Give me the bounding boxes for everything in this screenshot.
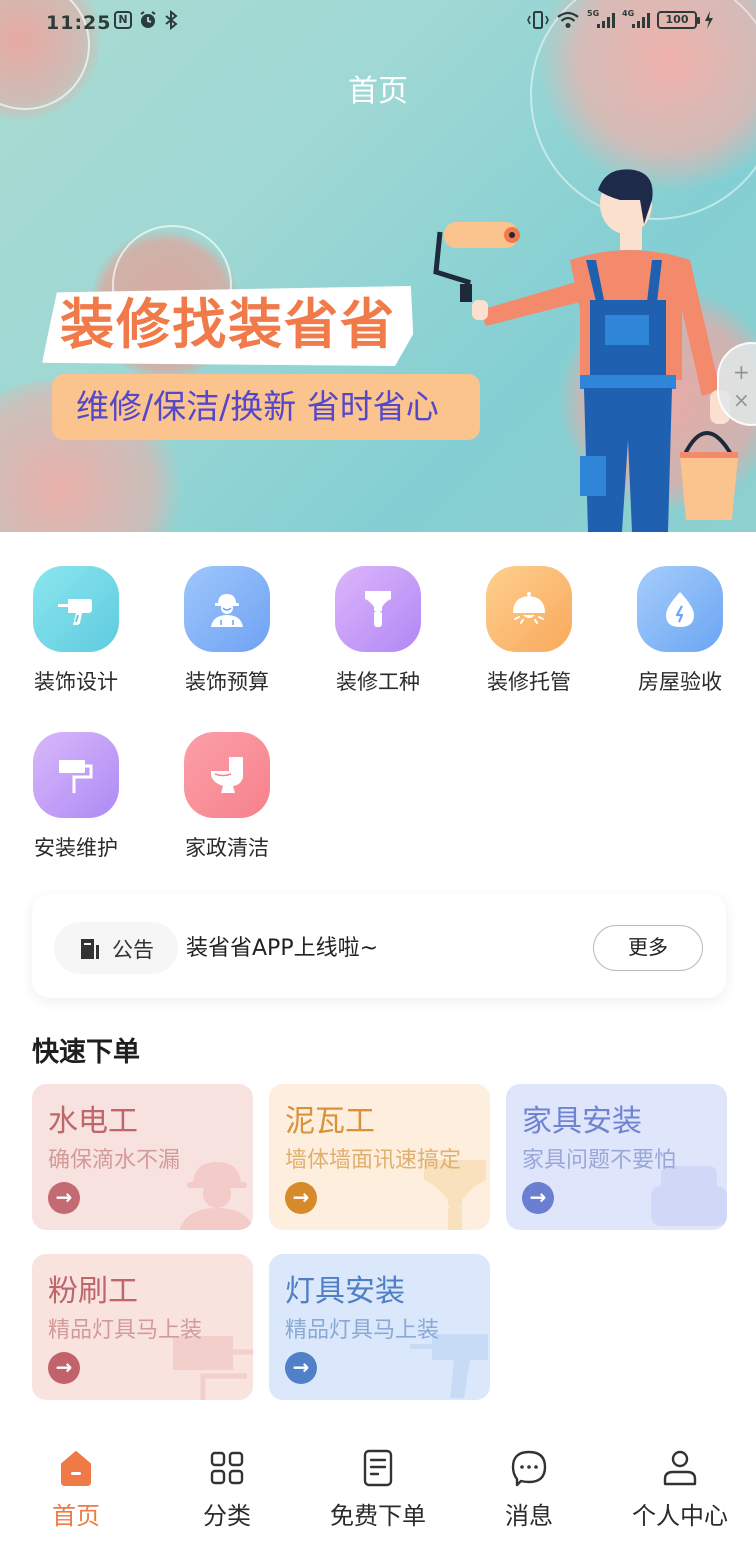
quick-card-painter[interactable]: 粉刷工 精品灯具马上装 → (32, 1254, 253, 1400)
category-install-maintenance[interactable]: 安装维护 (16, 732, 136, 862)
quick-card-subtitle: 确保滴水不漏 (48, 1148, 181, 1173)
water-drop-icon (666, 592, 694, 627)
category-label: 装修工种 (336, 670, 420, 694)
quick-card-lighting-install[interactable]: 灯具安装 精品灯具马上装 → (269, 1254, 490, 1400)
page-title: 首页 (348, 74, 408, 109)
signal-label: 4G (622, 9, 635, 18)
signal-label: 5G (587, 9, 600, 18)
arrow-right-icon[interactable]: → (285, 1182, 317, 1214)
quick-card-title: 泥瓦工 (285, 1104, 375, 1139)
category-label: 装饰设计 (34, 670, 118, 694)
category-tile[interactable] (33, 732, 119, 818)
category-tile[interactable] (637, 566, 723, 652)
paint-roller-icon (59, 760, 93, 793)
notice-tag-label: 公告 (112, 938, 154, 962)
toilet-icon (211, 757, 243, 793)
nfc-icon: N (114, 11, 132, 29)
announcement-icon (81, 939, 99, 959)
arrow-right-icon[interactable]: → (48, 1352, 80, 1384)
quick-card-title: 家具安装 (522, 1104, 642, 1139)
zoom-in-icon[interactable]: + (733, 362, 750, 382)
alarm-icon (140, 11, 156, 28)
quick-card-title: 灯具安装 (285, 1274, 405, 1309)
hero-banner[interactable]: 11:25 N 5G 4G 100 首页 装修找装省省 维修/保洁/换新 省时省… (0, 0, 756, 532)
arrow-right-icon[interactable]: → (285, 1352, 317, 1384)
charging-icon (705, 11, 713, 29)
arrow-right-icon[interactable]: → (522, 1182, 554, 1214)
user-icon (663, 1450, 697, 1486)
tab-label: 消息 (505, 1502, 553, 1530)
notice-bar[interactable]: 公告 装省省APP上线啦~ 更多 (32, 894, 726, 998)
bluetooth-icon (165, 10, 178, 30)
category-tile[interactable] (486, 566, 572, 652)
tab-free-order[interactable]: 免费下单 (303, 1448, 453, 1531)
status-time: 11:25 (46, 12, 112, 34)
tab-label: 个人中心 (632, 1502, 728, 1530)
section-title-quick-order: 快速下单 (32, 1037, 140, 1068)
category-trade-types[interactable]: 装修工种 (318, 566, 438, 696)
category-tile[interactable] (33, 566, 119, 652)
notice-text[interactable]: 装省省APP上线啦~ (186, 930, 378, 962)
category-decor-budget[interactable]: 装饰预算 (167, 566, 287, 696)
category-tile[interactable] (335, 566, 421, 652)
tab-label: 分类 (203, 1502, 251, 1530)
category-label: 装饰预算 (185, 670, 269, 694)
document-icon (363, 1449, 393, 1487)
tab-label: 首页 (52, 1502, 100, 1530)
scraper-icon (365, 591, 391, 627)
tab-profile[interactable]: 个人中心 (605, 1448, 755, 1531)
home-icon (61, 1451, 91, 1486)
notice-tag: 公告 (54, 922, 178, 974)
worker-icon (211, 594, 243, 627)
vibrate-icon (527, 11, 549, 29)
category-label: 装修托管 (487, 670, 571, 694)
category-managed-renovation[interactable]: 装修托管 (469, 566, 589, 696)
worker-icon (179, 1162, 253, 1230)
quick-card-title: 水电工 (48, 1104, 138, 1139)
quick-card-plumber-electrician[interactable]: 水电工 确保滴水不漏 → (32, 1084, 253, 1230)
drill-icon (58, 599, 92, 625)
category-label: 房屋验收 (638, 670, 722, 694)
status-bar: 11:25 N 5G 4G 100 (0, 0, 756, 48)
banner-headline: 装修找装省省 (42, 286, 418, 366)
bottom-tab-bar: 首页 分类 免费下单 消息 个人中心 (0, 1432, 756, 1547)
more-button[interactable]: 更多 (593, 925, 703, 971)
quick-card-bricklayer[interactable]: 泥瓦工 墙体墙面讯速搞定 → (269, 1084, 490, 1230)
lamp-icon (513, 592, 545, 624)
arrow-right-icon[interactable]: → (48, 1182, 80, 1214)
quick-card-furniture-install[interactable]: 家具安装 家具问题不要怕 → (506, 1084, 727, 1230)
quick-card-subtitle: 精品灯具马上装 (285, 1318, 440, 1343)
worker-illustration (433, 169, 738, 532)
wifi-icon (557, 11, 579, 28)
quick-card-subtitle: 家具问题不要怕 (522, 1148, 677, 1173)
category-house-inspection[interactable]: 房屋验收 (620, 566, 740, 696)
tab-messages[interactable]: 消息 (454, 1448, 604, 1531)
category-label: 家政清洁 (185, 836, 269, 860)
signal-5g-icon: 5G (587, 9, 615, 28)
tab-label: 免费下单 (330, 1502, 426, 1530)
quick-card-title: 粉刷工 (48, 1274, 138, 1309)
battery-icon: 100 (657, 11, 700, 29)
chat-bubble-icon (511, 1450, 547, 1487)
quick-card-subtitle: 墙体墙面讯速搞定 (285, 1148, 462, 1173)
quick-card-subtitle: 精品灯具马上装 (48, 1318, 203, 1343)
category-label: 安装维护 (34, 836, 118, 860)
close-icon[interactable]: × (733, 390, 750, 410)
tab-home[interactable]: 首页 (1, 1448, 151, 1531)
category-tile[interactable] (184, 566, 270, 652)
category-decor-design[interactable]: 装饰设计 (16, 566, 136, 696)
banner-headline-text: 装修找装省省 (60, 293, 397, 356)
grid-icon (210, 1451, 244, 1485)
category-housekeeping[interactable]: 家政清洁 (167, 732, 287, 862)
tab-category[interactable]: 分类 (152, 1448, 302, 1531)
signal-4g-icon: 4G (622, 9, 650, 28)
banner-subline: 维修/保洁/换新 省时省心 (52, 374, 480, 440)
category-tile[interactable] (184, 732, 270, 818)
